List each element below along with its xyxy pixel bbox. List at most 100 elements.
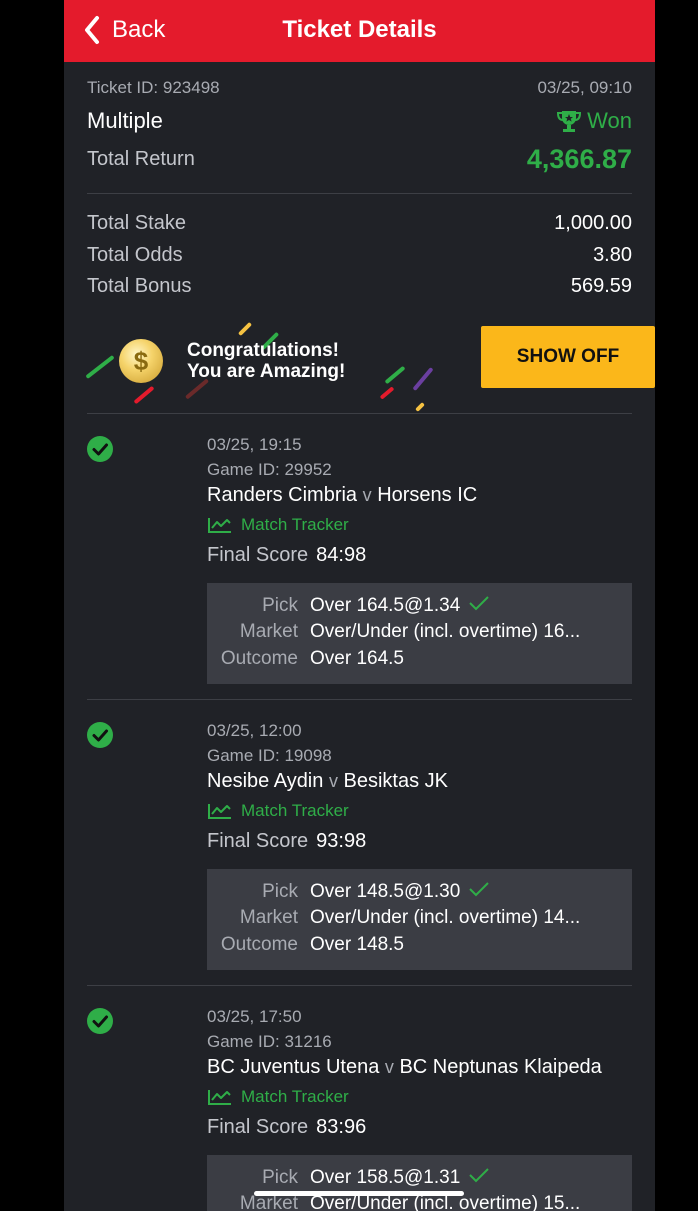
total-bonus-value: 569.59: [570, 275, 632, 298]
final-score-label: Final Score: [207, 829, 309, 852]
final-score: Final Score 84:98: [207, 544, 632, 570]
game-id: Game ID: 19098: [207, 745, 332, 765]
ticket-type: Multiple: [87, 108, 163, 133]
confetti-streak: [133, 385, 155, 404]
total-return-label: Total Return: [87, 148, 195, 170]
confetti-streak: [85, 354, 115, 379]
confetti-streak: [384, 365, 406, 384]
trophy-icon: [557, 111, 582, 132]
outcome-label: Outcome: [220, 647, 298, 669]
market-value: Over/Under (incl. overtime) 14...: [310, 907, 581, 929]
chart-line-icon: [208, 803, 231, 819]
final-score-label: Final Score: [207, 1115, 309, 1138]
total-stake-row: Total Stake 1,000.00: [87, 208, 632, 240]
congrats-banner: $ Congratulations! You are Amazing! SHOW…: [85, 313, 655, 413]
away-team: Besiktas JK: [343, 769, 448, 792]
total-odds-row: Total Odds 3.80: [87, 240, 632, 272]
ticket-id: Ticket ID: 923498: [87, 78, 220, 97]
market-label: Market: [239, 907, 298, 929]
home-team: Randers Cimbria: [207, 483, 358, 506]
congrats-line-2: You are Amazing!: [187, 360, 346, 382]
status-label: Won: [587, 108, 632, 133]
coin-icon: $: [119, 338, 163, 383]
total-return-value: 4,366.87: [526, 144, 632, 174]
ticket-details-screen: Back Ticket Details Ticket ID: 923498 03…: [64, 0, 655, 1211]
match-tracker-link[interactable]: Match Tracker: [207, 1086, 632, 1108]
total-stake-value: 1,000.00: [554, 212, 632, 235]
ticket-datetime: 03/25, 09:10: [537, 78, 632, 97]
pick-value: Over 158.5@1.31: [310, 1166, 461, 1188]
status-badge: Won: [555, 108, 632, 134]
match-tracker-label: Match Tracker: [241, 1086, 349, 1106]
pick-label: Pick: [262, 594, 298, 616]
game-list: 03/25, 19:15 Game ID: 29952 Randers Cimb…: [64, 412, 655, 1211]
game-item: 03/25, 17:50 Game ID: 31216 BC Juventus …: [87, 984, 632, 1211]
confetti-streak: [412, 366, 434, 391]
game-teams: Nesibe Aydin v Besiktas JK: [207, 768, 632, 794]
outcome-value: Over 164.5: [310, 647, 404, 669]
pick-label: Pick: [262, 1166, 298, 1188]
home-team: Nesibe Aydin: [207, 769, 324, 792]
check-circle-icon: [87, 1007, 113, 1034]
outcome-value: Over 148.5: [310, 933, 404, 955]
pick-value: Over 164.5@1.34: [310, 594, 461, 616]
market-label: Market: [239, 621, 298, 643]
match-tracker-label: Match Tracker: [241, 514, 349, 534]
game-teams: Randers Cimbria v Horsens IC: [207, 482, 632, 508]
confetti-streak: [415, 401, 425, 412]
game-id: Game ID: 29952: [207, 459, 332, 479]
check-circle-icon: [87, 435, 113, 462]
confetti-streak: [379, 385, 395, 400]
confetti-streak: [237, 321, 253, 336]
checkmark-icon: [468, 595, 490, 617]
chart-line-icon: [208, 517, 231, 533]
final-score: Final Score 93:98: [207, 830, 632, 856]
total-odds-label: Total Odds: [87, 243, 183, 266]
game-datetime: 03/25, 12:00: [207, 720, 302, 740]
game-item: 03/25, 19:15 Game ID: 29952 Randers Cimb…: [87, 412, 632, 699]
versus-label: v: [384, 1056, 394, 1077]
away-team: Horsens IC: [377, 483, 478, 506]
final-score-value: 93:98: [316, 829, 367, 852]
show-off-button[interactable]: SHOW OFF: [481, 325, 655, 388]
final-score-label: Final Score: [207, 543, 309, 566]
home-indicator: [254, 1191, 464, 1196]
home-team: BC Juventus Utena: [207, 1055, 380, 1078]
check-circle-icon: [87, 721, 113, 748]
ticket-summary: Ticket ID: 923498 03/25, 09:10 Multiple …: [64, 78, 655, 413]
game-teams: BC Juventus Utena v BC Neptunas Klaipeda: [207, 1054, 632, 1080]
pick-details: Pick Over 158.5@1.31 Market Over/Under (…: [207, 1154, 632, 1211]
game-datetime: 03/25, 17:50: [207, 1006, 302, 1026]
chart-line-icon: [208, 1089, 231, 1105]
total-bonus-label: Total Bonus: [87, 275, 192, 298]
final-score: Final Score 83:96: [207, 1116, 632, 1142]
pick-value: Over 148.5@1.30: [310, 880, 461, 902]
checkmark-icon: [468, 1167, 490, 1189]
match-tracker-link[interactable]: Match Tracker: [207, 800, 632, 822]
pick-details: Pick Over 148.5@1.30 Market Over/Under (…: [207, 868, 632, 970]
total-odds-value: 3.80: [593, 243, 632, 266]
match-tracker-label: Match Tracker: [241, 800, 349, 820]
pick-label: Pick: [262, 880, 298, 902]
page-title: Ticket Details: [282, 16, 437, 43]
total-bonus-row: Total Bonus 569.59: [87, 271, 632, 303]
divider: [87, 193, 632, 194]
header-bar: Back Ticket Details: [64, 0, 655, 62]
market-value: Over/Under (incl. overtime) 16...: [310, 621, 581, 643]
congrats-line-1: Congratulations!: [187, 339, 339, 361]
congrats-text: Congratulations! You are Amazing!: [187, 340, 345, 382]
checkmark-icon: [468, 881, 490, 903]
versus-label: v: [328, 770, 338, 791]
final-score-value: 83:96: [316, 1115, 367, 1138]
game-item: 03/25, 12:00 Game ID: 19098 Nesibe Aydin…: [87, 698, 632, 985]
pick-details: Pick Over 164.5@1.34 Market Over/Under (…: [207, 582, 632, 684]
total-stake-label: Total Stake: [87, 212, 186, 235]
outcome-label: Outcome: [220, 933, 298, 955]
ticket-totals: Total Stake 1,000.00 Total Odds 3.80 Tot…: [87, 208, 632, 303]
away-team: BC Neptunas Klaipeda: [399, 1055, 602, 1078]
game-id: Game ID: 31216: [207, 1031, 332, 1051]
final-score-value: 84:98: [316, 543, 367, 566]
versus-label: v: [362, 484, 372, 505]
game-datetime: 03/25, 19:15: [207, 434, 302, 454]
match-tracker-link[interactable]: Match Tracker: [207, 514, 632, 536]
